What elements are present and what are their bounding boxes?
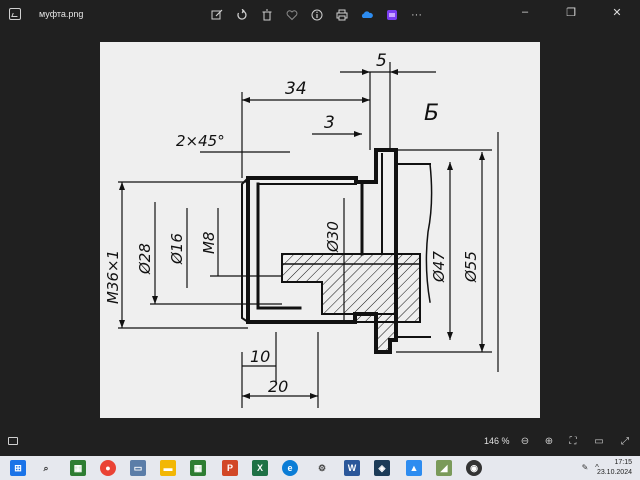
dim-m8: M8	[200, 232, 218, 255]
filmstrip-icon[interactable]	[8, 437, 18, 445]
image-toolbar: ···	[208, 6, 425, 24]
photo-viewer-window: муфта.png ··· – ❐ ✕ 34 5 3 2×45° Б M36×1…	[0, 0, 640, 456]
chrome-icon[interactable]: ●	[100, 460, 116, 476]
dim-20: 20	[268, 377, 288, 396]
more-icon[interactable]: ···	[408, 7, 425, 24]
photos-icon[interactable]: ▲	[406, 460, 422, 476]
status-bar: 146 % ⊖ ⊕ ⛶ ▭ ⤢	[0, 428, 640, 456]
pen-icon[interactable]: ✎	[580, 462, 590, 472]
fullscreen-icon[interactable]: ⤢	[618, 434, 632, 448]
dim-m36: M36×1	[104, 250, 122, 304]
image-canvas[interactable]: 34 5 3 2×45° Б M36×1 Ø28 Ø16 M8 Ø30 Ø47 …	[0, 30, 640, 428]
excel-icon[interactable]: X	[252, 460, 268, 476]
rotate-icon[interactable]	[233, 7, 250, 24]
window-controls: – ❐ ✕	[502, 0, 640, 24]
dim-d28: Ø28	[136, 243, 154, 275]
onedrive-icon[interactable]	[358, 7, 375, 24]
search-icon[interactable]: ⌕	[38, 460, 54, 476]
date: 23.10.2024	[596, 469, 632, 476]
app-icon-3[interactable]: ◢	[436, 460, 452, 476]
dim-d16: Ø16	[168, 233, 186, 265]
start-icon[interactable]: ⊞	[10, 460, 26, 476]
taskbar: ⊞ ⌕ ▦ ● ▭ ▬ ▦ P X e ⚙ W ◈ ▲ ◢ ◉ ✎ ^ 17:1…	[0, 456, 640, 480]
minimize-button[interactable]: –	[502, 0, 548, 24]
file-name: муфта.png	[39, 9, 84, 19]
zoom-out-icon[interactable]: ⊖	[518, 434, 532, 448]
fit-window-icon[interactable]: ⛶	[566, 434, 580, 448]
dim-5: 5	[376, 51, 387, 71]
dim-d30: Ø30	[324, 221, 342, 253]
dim-d47: Ø47	[430, 251, 448, 283]
powerpoint-icon[interactable]: P	[222, 460, 238, 476]
active-app-icon[interactable]: ◉	[466, 460, 482, 476]
maximize-button[interactable]: ❐	[548, 0, 594, 24]
clock[interactable]: 17:15 23.10.2024	[597, 458, 632, 478]
info-icon[interactable]	[308, 7, 325, 24]
settings-icon[interactable]: ⚙	[314, 460, 330, 476]
time: 17:15	[614, 459, 632, 466]
title-bar: муфта.png ··· – ❐ ✕	[0, 0, 640, 30]
app-icon[interactable]: ▭	[130, 460, 146, 476]
zoom-in-icon[interactable]: ⊕	[542, 434, 556, 448]
dim-3: 3	[324, 113, 335, 133]
dim-10: 10	[250, 347, 270, 366]
dim-34: 34	[285, 79, 307, 99]
edge-icon[interactable]: e	[282, 460, 298, 476]
photos-app-icon	[9, 8, 21, 20]
edit-icon[interactable]	[208, 7, 225, 24]
dim-d55: Ø55	[462, 251, 480, 283]
delete-icon[interactable]	[258, 7, 275, 24]
dim-chamfer: 2×45°	[176, 132, 225, 150]
zoom-level: 146 %	[484, 436, 510, 446]
file-explorer-icon[interactable]: ▬	[160, 460, 176, 476]
print-icon[interactable]	[333, 7, 350, 24]
app-icon-2[interactable]: ◈	[374, 460, 390, 476]
close-button[interactable]: ✕	[594, 0, 640, 24]
clipchamp-icon[interactable]	[383, 7, 400, 24]
technical-drawing: 34 5 3 2×45° Б M36×1 Ø28 Ø16 M8 Ø30 Ø47 …	[100, 42, 540, 418]
actual-size-icon[interactable]: ▭	[592, 434, 606, 448]
sheet-icon[interactable]: ▦	[190, 460, 206, 476]
calculator-icon[interactable]: ▦	[70, 460, 86, 476]
favorite-icon[interactable]	[283, 7, 300, 24]
view-label-b: Б	[424, 101, 439, 126]
word-icon[interactable]: W	[344, 460, 360, 476]
